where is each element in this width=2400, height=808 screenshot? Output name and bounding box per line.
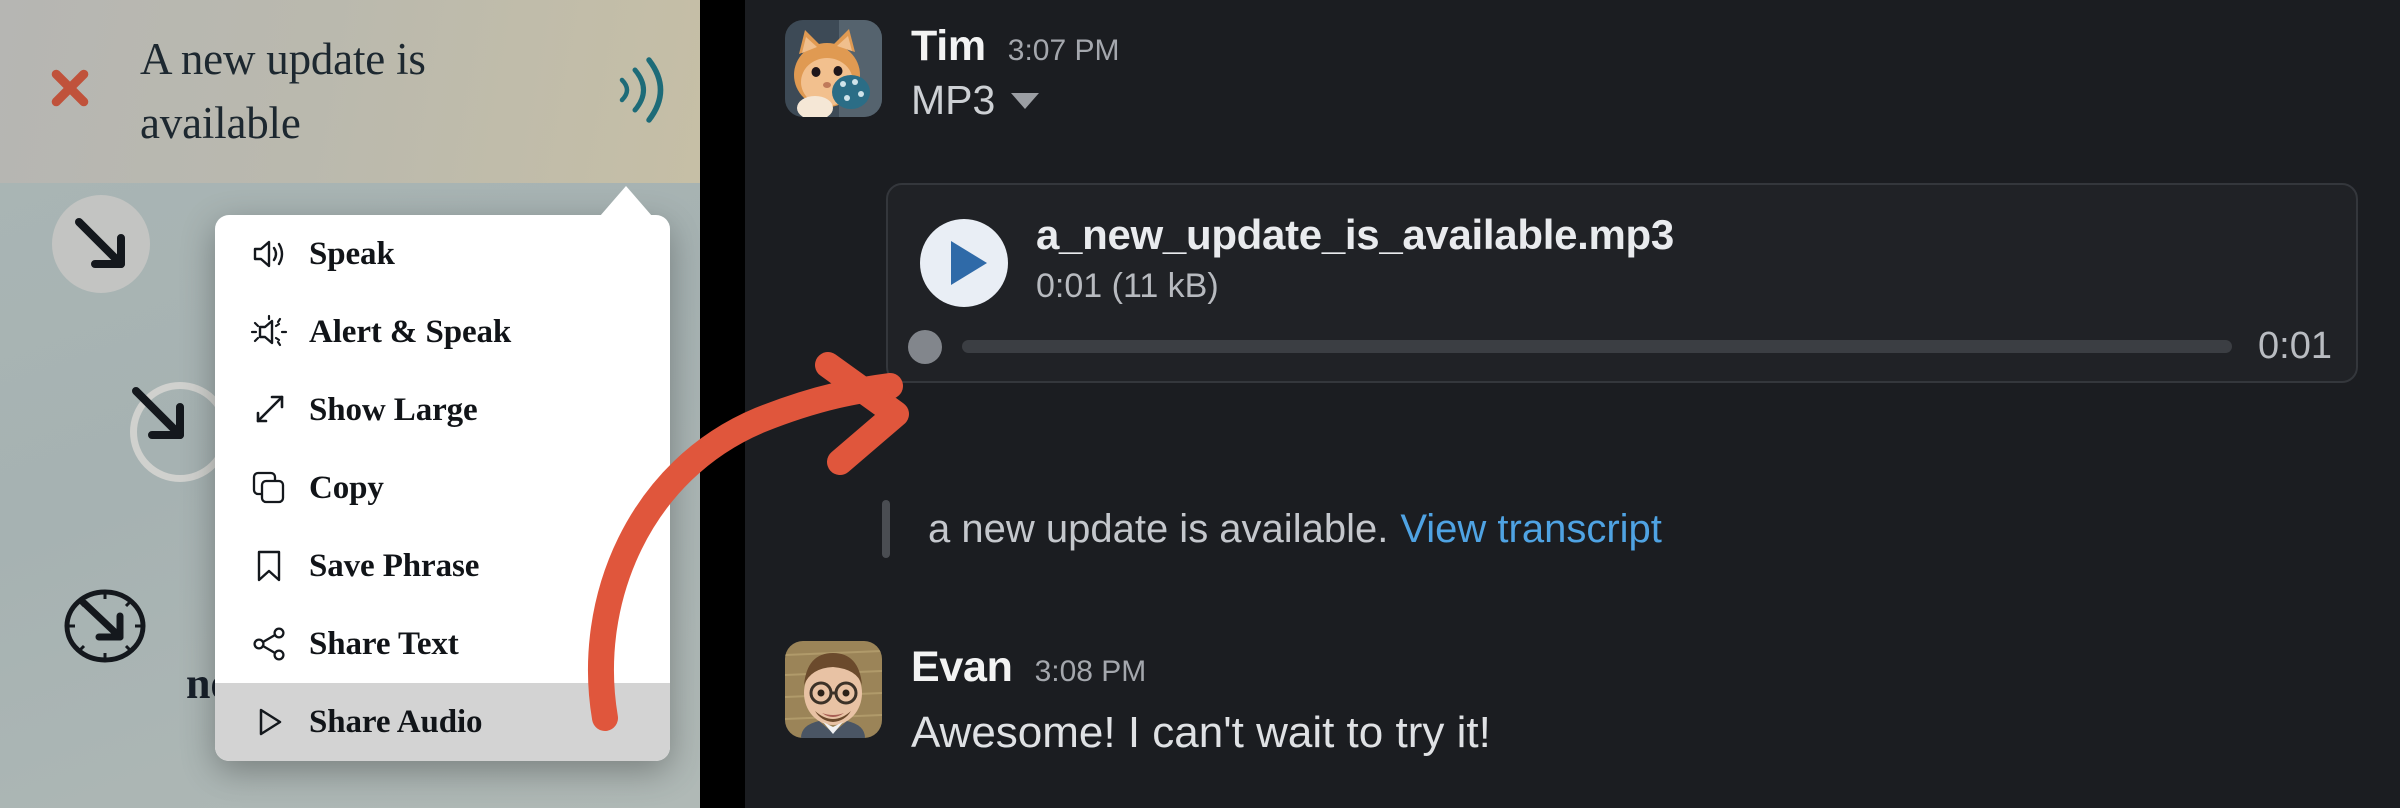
message-header: Tim 3:07 PM (911, 22, 1120, 71)
message-timestamp: 3:07 PM (1007, 34, 1120, 67)
menu-item-label: Show Large (309, 391, 478, 428)
message-format-label: MP3 (911, 77, 996, 123)
arrow-down-right-icon-2 (132, 387, 184, 439)
aac-app-panel: ne A new update is available Speak Alert… (0, 0, 700, 808)
menu-item-share-text[interactable]: Share Text (215, 605, 670, 683)
avatar[interactable] (785, 20, 882, 117)
message-timestamp: 3:08 PM (1034, 655, 1147, 688)
expand-arrows-icon (245, 386, 293, 434)
page-title: A new update is available (140, 34, 426, 148)
menu-item-label: Save Phrase (309, 547, 480, 584)
clock-arrow-icon (64, 589, 146, 663)
close-icon[interactable] (44, 62, 96, 114)
menu-item-save-phrase[interactable]: Save Phrase (215, 527, 670, 605)
transcript-text: a new update is available. (928, 506, 1389, 551)
audio-seek-row: 0:01 (908, 325, 2332, 368)
message-author: Tim (911, 22, 986, 70)
message-format-selector[interactable]: MP3 (911, 77, 1120, 124)
menu-item-label: Share Text (309, 625, 459, 662)
menu-item-label: Alert & Speak (309, 313, 512, 350)
chevron-down-icon[interactable] (1011, 92, 1040, 109)
message-header: Evan 3:08 PM (911, 643, 1491, 692)
menu-item-speak[interactable]: Speak (215, 215, 670, 293)
message-author: Evan (911, 643, 1013, 691)
transcript-quote-bar (882, 500, 890, 558)
audio-seek-knob[interactable] (908, 329, 942, 364)
play-triangle-icon (950, 241, 987, 285)
chat-panel: Tim 3:07 PM MP3 a_new_update_is_availabl… (745, 0, 2400, 808)
audio-meta: 0:01 (11 kB) (1036, 267, 1219, 305)
menu-item-copy[interactable]: Copy (215, 449, 670, 527)
menu-item-label: Share Audio (309, 703, 483, 740)
screenshot-root: ne A new update is available Speak Alert… (0, 0, 2400, 808)
view-transcript-link[interactable]: View transcript (1400, 507, 1662, 552)
audio-filename: a_new_update_is_available.mp3 (1036, 211, 1674, 258)
menu-item-label: Copy (309, 469, 384, 506)
transcript-row: a new update is available. View transcri… (882, 500, 1662, 558)
share-nodes-icon (245, 620, 293, 668)
audio-duration: 0:01 (2258, 325, 2332, 367)
play-button[interactable] (920, 219, 1008, 307)
alert-speaker-icon (245, 308, 293, 356)
context-menu: Speak Alert & Speak Show Large Copy Save… (215, 215, 670, 761)
context-menu-caret (600, 186, 652, 216)
play-triangle-icon (245, 698, 293, 746)
message-tim: Tim 3:07 PM MP3 (911, 22, 1120, 124)
avatar[interactable] (785, 641, 882, 738)
sound-wave-icon[interactable] (608, 50, 678, 130)
bookmark-icon (245, 542, 293, 590)
menu-item-share-audio[interactable]: Share Audio (215, 683, 670, 761)
menu-item-alert-speak[interactable]: Alert & Speak (215, 293, 670, 371)
copy-icon (245, 464, 293, 512)
audio-seek-track[interactable] (962, 340, 2233, 353)
message-body: Awesome! I can't wait to try it! (911, 708, 1491, 757)
menu-item-show-large[interactable]: Show Large (215, 371, 670, 449)
speaker-icon (245, 230, 293, 278)
message-evan: Evan 3:08 PM Awesome! I can't wait to tr… (911, 643, 1491, 758)
aac-header: A new update is available (0, 0, 700, 183)
arrow-down-right-icon-1 (75, 218, 125, 268)
panel-divider (700, 0, 745, 808)
menu-item-label: Speak (309, 235, 395, 272)
audio-player-card: a_new_update_is_available.mp3 0:01 (11 k… (886, 183, 2358, 383)
